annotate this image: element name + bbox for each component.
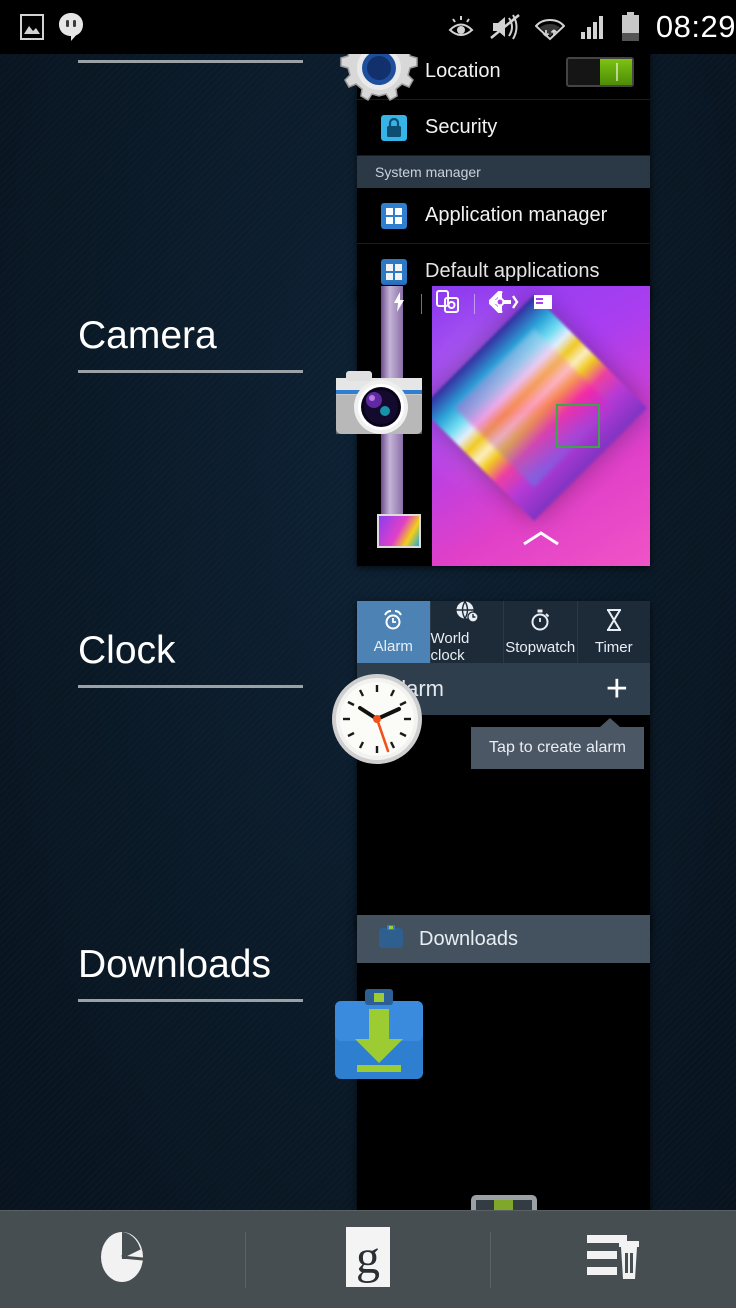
create-alarm-tooltip: Tap to create alarm: [471, 718, 644, 769]
clock-card-preview[interactable]: Alarm World clock Stopwatch Timer alarm …: [357, 601, 650, 931]
chevron-up-icon[interactable]: [521, 529, 561, 552]
clock-action-bar: alarm +: [357, 663, 650, 715]
pie-chart-icon: [98, 1229, 146, 1290]
title-underline: [78, 370, 303, 373]
status-bar-clock: 08:29: [655, 9, 736, 44]
control-divider: [474, 294, 475, 314]
recent-apps-screen: 08:29 Location Security System manager A…: [0, 0, 736, 1308]
camera-title-block: Camera: [78, 314, 318, 373]
hangouts-icon: [58, 12, 84, 42]
title-underline: [78, 999, 303, 1002]
stopwatch-icon: [529, 609, 551, 636]
svg-text:g: g: [356, 1231, 380, 1284]
settings-gear-icon[interactable]: [487, 288, 519, 318]
grid-icon: [381, 202, 407, 229]
settings-row-label: Application manager: [425, 204, 608, 226]
settings-row-security[interactable]: Security: [357, 100, 650, 156]
downloads-action-bar: Downloads: [357, 915, 650, 963]
mute-icon: [489, 14, 521, 40]
battery-icon: [621, 12, 640, 42]
downloads-title-block: Downloads: [78, 943, 318, 1002]
recent-apps-list[interactable]: Location Security System manager Applica…: [0, 23, 736, 1245]
settings-row-application-manager[interactable]: Application manager: [357, 188, 650, 244]
camera-focus-box: [556, 404, 600, 448]
grid-icon: [381, 258, 407, 285]
settings-section-label: System manager: [375, 164, 481, 180]
clock-action-bar-label: alarm: [389, 676, 445, 701]
location-icon: [381, 58, 407, 85]
camera-mode-strip: Auto: [357, 286, 432, 566]
settings-row-label: Location: [425, 60, 501, 82]
clock-tab-label: World clock: [430, 630, 470, 664]
downloads-icon: [377, 923, 405, 956]
google-g-icon: g: [346, 1227, 390, 1292]
mode-icon[interactable]: [533, 294, 553, 315]
google-search-button[interactable]: g: [246, 1211, 491, 1308]
camera-mode-label: Auto: [381, 394, 395, 419]
settings-section-header: System manager: [357, 156, 650, 188]
hourglass-icon: [604, 608, 624, 636]
clock-body: Tap to create alarm 08:29: [357, 715, 650, 931]
recent-app-title: Downloads: [78, 943, 271, 986]
close-all-icon: [586, 1231, 641, 1288]
clock-tab-label: Alarm: [373, 637, 413, 655]
clock-tabs[interactable]: Alarm World clock Stopwatch Timer: [357, 601, 651, 664]
flash-icon[interactable]: [391, 291, 407, 318]
close-all-button[interactable]: [491, 1211, 736, 1308]
clock-tab-alarm[interactable]: Alarm: [357, 601, 431, 663]
status-bar-right-icons: [447, 12, 656, 42]
settings-row-label: Default applications: [425, 260, 600, 282]
clock-tab-stopwatch[interactable]: Stopwatch: [504, 601, 578, 663]
globe-clock-icon: [455, 601, 479, 627]
clock-title-block: Clock: [78, 629, 318, 688]
downloads-body: [357, 963, 650, 1245]
clock-tab-label: Timer: [594, 638, 633, 656]
downloads-action-bar-label: Downloads: [419, 927, 518, 950]
switch-camera-icon[interactable]: [436, 289, 460, 319]
status-bar: 08:29: [0, 0, 736, 54]
recent-app-title: Camera: [78, 314, 217, 357]
clock-tab-world-clock[interactable]: World clock: [430, 601, 504, 664]
cellular-signal-icon: [579, 14, 607, 40]
camera-viewfinder[interactable]: [432, 286, 650, 566]
alarm-clock-icon: [382, 609, 404, 635]
recent-app-title: Clock: [78, 629, 176, 672]
clock-tab-timer[interactable]: Timer: [578, 601, 651, 663]
camera-card-preview[interactable]: Auto: [357, 286, 650, 566]
settings-row-label: Security: [425, 116, 498, 138]
settings-card-preview[interactable]: Location Security System manager Applica…: [357, 44, 650, 298]
downloads-card-preview[interactable]: Downloads: [357, 915, 650, 1245]
image-icon: [20, 14, 44, 40]
task-manager-button[interactable]: [0, 1211, 245, 1308]
title-underline: [78, 685, 303, 688]
smart-stay-icon: [447, 14, 475, 40]
status-bar-left-icons: [0, 12, 84, 42]
camera-controls[interactable]: [357, 286, 650, 322]
control-divider: [421, 294, 422, 314]
location-toggle[interactable]: [566, 56, 634, 87]
lock-icon: [381, 114, 407, 141]
wifi-icon: [534, 14, 565, 41]
recents-bottom-bar[interactable]: g: [0, 1210, 736, 1308]
clock-tab-label: Stopwatch: [505, 638, 576, 656]
camera-thumbnail[interactable]: [377, 514, 421, 548]
create-alarm-button[interactable]: +: [606, 670, 628, 708]
